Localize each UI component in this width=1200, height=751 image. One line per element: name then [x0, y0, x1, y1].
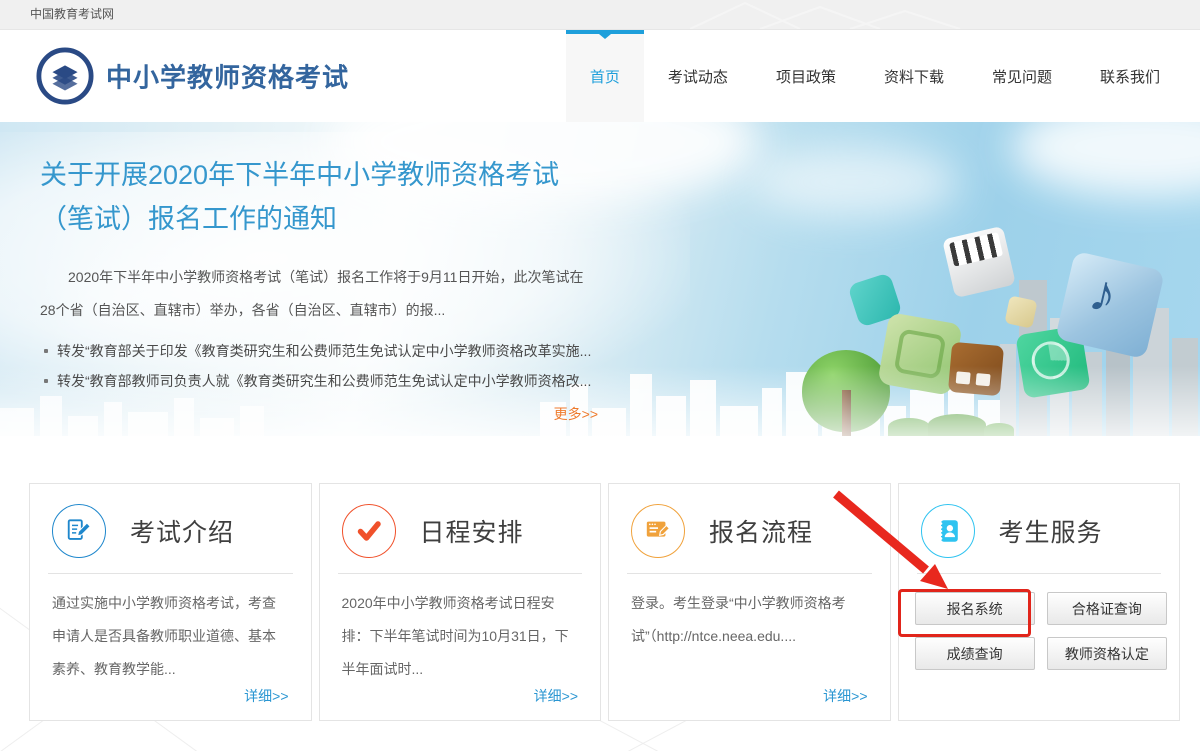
bullet-dot — [44, 379, 48, 383]
card-body: 通过实施中小学教师资格考试，考查申请人是否具备教师职业道德、基本素养、教育教学能… — [52, 587, 289, 686]
site-title: 中小学教师资格考试 — [106, 58, 349, 95]
cube-beige — [1004, 295, 1037, 328]
detail-link[interactable]: 详细>> — [823, 686, 867, 706]
card-title: 报名流程 — [709, 513, 813, 549]
cards-row: 考试介绍 通过实施中小学教师资格考试，考查申请人是否具备教师职业道德、基本素养、… — [29, 483, 1180, 721]
main-nav: 首页 考试动态 项目政策 资料下载 常见问题 联系我们 — [566, 30, 1184, 122]
site-name-link[interactable]: 中国教育考试网 — [30, 0, 114, 29]
book-logo-icon — [36, 47, 94, 105]
card-head: 考试介绍 — [30, 484, 311, 558]
divider — [48, 573, 293, 574]
card-title: 日程安排 — [420, 513, 524, 549]
news-list: 转发“教育部关于印发《教育类研究生和公费师范生免试认定中小学教师资格改革实施..… — [40, 336, 598, 396]
card-candidate-services: 考生服务 报名系统 合格证查询 成绩查询 教师资格认定 — [898, 483, 1181, 721]
cloud — [750, 147, 960, 217]
document-pencil-icon — [52, 504, 106, 558]
site-logo — [36, 47, 94, 105]
header: 中小学教师资格考试 首页 考试动态 项目政策 资料下载 常见问题 联系我们 — [0, 30, 1200, 122]
card-head: 日程安排 — [320, 484, 601, 558]
hero-banner: ♪ 关于开展2020年下半年中小学教师资格考试（笔试）报名工作的通知 2020年… — [0, 122, 1200, 436]
services-section: 考试介绍 通过实施中小学教师资格考试，考查申请人是否具备教师职业道德、基本素养、… — [0, 436, 1200, 751]
card-signup-flow: 报名流程 登录。考生登录“中小学教师资格考试”（http://ntce.neea… — [608, 483, 891, 721]
divider — [338, 573, 583, 574]
topbar: 中国教育考试网 — [0, 0, 1200, 30]
tree-trunk — [842, 390, 851, 436]
bullet-dot — [44, 349, 48, 353]
detail-link[interactable]: 详细>> — [244, 686, 288, 706]
card-title: 考试介绍 — [130, 513, 234, 549]
bush — [984, 423, 1014, 436]
cube-clock-brown — [948, 342, 1004, 396]
score-query-button[interactable]: 成绩查询 — [915, 637, 1035, 670]
checkmark-icon — [342, 504, 396, 558]
service-buttons: 报名系统 合格证查询 成绩查询 教师资格认定 — [915, 592, 1168, 670]
card-body: 2020年中小学教师资格考试日程安排：下半年笔试时间为10月31日，下半年面试时… — [342, 587, 579, 686]
detail-link[interactable]: 详细>> — [534, 686, 578, 706]
mountain-pattern-icon — [690, 1, 990, 29]
music-note-icon: ♪ — [1084, 262, 1123, 326]
card-head: 报名流程 — [609, 484, 890, 558]
nav-item-policies[interactable]: 项目政策 — [752, 30, 860, 122]
more-link[interactable]: 更多>> — [40, 404, 598, 424]
form-pencil-icon — [631, 504, 685, 558]
card-title: 考生服务 — [999, 513, 1103, 549]
nav-item-downloads[interactable]: 资料下载 — [860, 30, 968, 122]
nav-item-home[interactable]: 首页 — [566, 30, 644, 122]
bush — [928, 414, 986, 436]
teacher-qualification-button[interactable]: 教师资格认定 — [1047, 637, 1167, 670]
card-head: 考生服务 — [899, 484, 1180, 558]
card-exam-intro: 考试介绍 通过实施中小学教师资格考试，考查申请人是否具备教师职业道德、基本素养、… — [29, 483, 312, 721]
certificate-query-button[interactable]: 合格证查询 — [1047, 592, 1167, 625]
notebook-person-icon — [921, 504, 975, 558]
news-link[interactable]: 转发“教育部教师司负责人就《教育类研究生和公费师范生免试认定中小学教师资格改..… — [40, 366, 598, 396]
nav-item-contact[interactable]: 联系我们 — [1076, 30, 1184, 122]
divider — [627, 573, 872, 574]
divider — [917, 573, 1162, 574]
nav-item-faq[interactable]: 常见问题 — [968, 30, 1076, 122]
card-body: 登录。考生登录“中小学教师资格考试”（http://ntce.neea.edu.… — [631, 587, 868, 653]
bush — [888, 418, 930, 436]
announcement-title[interactable]: 关于开展2020年下半年中小学教师资格考试（笔试）报名工作的通知 — [40, 154, 598, 241]
nav-item-exam-news[interactable]: 考试动态 — [644, 30, 752, 122]
signup-system-button[interactable]: 报名系统 — [915, 592, 1035, 625]
announcement-summary: 2020年下半年中小学教师资格考试（笔试）报名工作将于9月11日开始，此次笔试在… — [40, 261, 598, 325]
news-link[interactable]: 转发“教育部关于印发《教育类研究生和公费师范生免试认定中小学教师资格改革实施..… — [40, 336, 598, 366]
card-schedule: 日程安排 2020年中小学教师资格考试日程安排：下半年笔试时间为10月31日，下… — [319, 483, 602, 721]
cloud — [1010, 122, 1200, 197]
banner-content: 关于开展2020年下半年中小学教师资格考试（笔试）报名工作的通知 2020年下半… — [40, 154, 598, 424]
